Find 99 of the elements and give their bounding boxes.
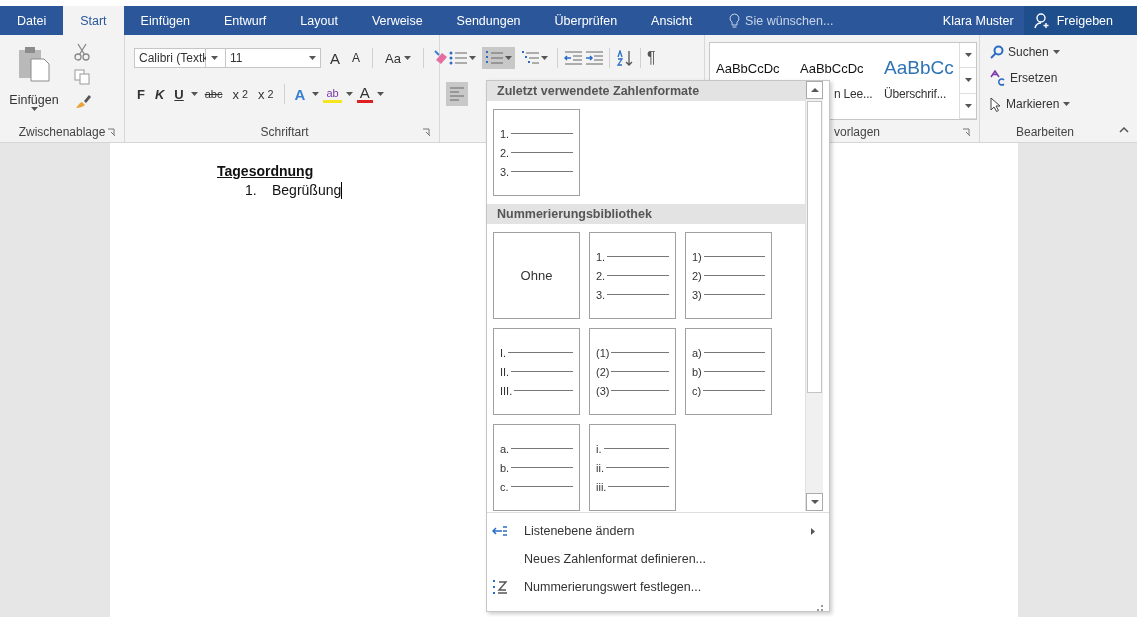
search-button[interactable]: Suchen (990, 41, 1071, 63)
menu-item[interactable]: Neues Zahlenformat definieren... (487, 545, 829, 573)
caret-icon (312, 92, 320, 96)
numbering-format-tile[interactable]: a. b. c. (493, 424, 580, 511)
section-header: Nummerierungsbibliothek (487, 204, 805, 224)
scroll-down-icon[interactable] (810, 500, 819, 504)
format-painter-icon[interactable] (74, 93, 92, 109)
ribbon-tab[interactable]: Sendungen (439, 6, 538, 35)
underline-button[interactable]: U (171, 83, 187, 105)
grow-font-button[interactable]: A (327, 47, 343, 69)
numbering-format-tile[interactable]: (1) (2) (3) (589, 328, 676, 415)
scrollbar[interactable] (805, 81, 823, 511)
select-button[interactable]: Markieren (990, 93, 1071, 115)
style-preview[interactable]: AaBbCcDc (716, 53, 780, 83)
caret-icon (376, 92, 384, 96)
resize-grip-icon[interactable] (817, 605, 823, 611)
strike-button[interactable]: abc (201, 83, 226, 105)
caret-icon (541, 56, 548, 60)
ribbon-tab[interactable]: Entwurf (206, 6, 284, 35)
ribbon-tab[interactable]: Layout (283, 6, 355, 35)
caret-icon (1052, 50, 1060, 54)
increase-indent-icon[interactable] (585, 51, 603, 65)
numbering-value-icon (492, 579, 508, 595)
pilcrow-button[interactable]: ¶ (647, 49, 656, 67)
tell-me-field[interactable]: Sie wünschen... (723, 6, 840, 35)
numbering-format-tile[interactable]: 1. 2. 3. (493, 109, 580, 196)
lightbulb-icon (729, 13, 741, 28)
numbering-button[interactable] (482, 47, 515, 69)
group-label: Schriftart (260, 125, 309, 139)
indent-arrow-icon (492, 525, 508, 537)
italic-button[interactable]: K (151, 83, 168, 105)
bullet-list-icon (449, 51, 467, 65)
caret-icon (190, 92, 198, 96)
cursor-icon (990, 96, 1002, 112)
more-icon (964, 103, 972, 108)
dialog-launcher-icon[interactable] (422, 128, 431, 137)
font-size-field[interactable]: 11 (226, 48, 321, 68)
multilevel-list-icon (521, 51, 539, 65)
caret-icon (30, 107, 38, 111)
clipboard-icon (16, 45, 52, 83)
caret-icon (345, 92, 353, 96)
style-preview[interactable]: AaBbCc (884, 53, 954, 83)
change-case-button[interactable]: Aa (382, 47, 414, 69)
highlight-button[interactable]: ab (323, 85, 342, 103)
group-label: Bearbeiten (1015, 125, 1074, 139)
caret-icon (469, 56, 476, 60)
style-name: Überschrif... (884, 87, 948, 102)
ribbon-tab[interactable]: Ansicht (634, 6, 710, 35)
group-label: vorlagen (834, 125, 881, 139)
numbering-format-tile[interactable]: I. II. III. (493, 328, 580, 415)
group-label: Zwischenablage (18, 125, 106, 139)
user-name[interactable]: Klara Muster (932, 6, 1024, 35)
document-heading: Tagesordnung (217, 163, 314, 179)
replace-button[interactable]: Ersetzen (990, 67, 1071, 89)
ribbon-tab[interactable]: Einfügen (123, 6, 207, 35)
menu-item[interactable]: Nummerierungswert festlegen... (487, 573, 829, 601)
decrease-indent-icon[interactable] (564, 51, 582, 65)
scroll-up-icon[interactable] (810, 88, 819, 92)
collapse-ribbon-icon[interactable] (1119, 127, 1129, 133)
dialog-launcher-icon[interactable] (962, 128, 971, 137)
ribbon-tab[interactable]: Start (63, 6, 124, 35)
person-add-icon (1033, 12, 1052, 29)
numbering-format-tile[interactable]: 1) 2) 3) (685, 232, 772, 319)
numbered-list-icon (485, 51, 503, 65)
submenu-arrow-icon (811, 527, 815, 535)
caret-icon (1063, 102, 1071, 106)
copy-icon[interactable] (74, 69, 90, 85)
text-effects-button[interactable]: A (291, 83, 309, 105)
replace-icon (990, 70, 1006, 86)
dropdown-caret-icon (309, 56, 316, 60)
style-preview[interactable]: AaBbCcDc (800, 53, 864, 83)
list-item-text: Begrüßung (272, 182, 342, 199)
shrink-font-button[interactable]: A (349, 47, 364, 69)
paste-button[interactable]: Einfügen (4, 41, 64, 122)
section-header: Zuletzt verwendete Zahlenformate (487, 81, 805, 101)
dropdown-caret-icon (211, 56, 218, 60)
eraser-icon[interactable] (432, 50, 449, 66)
ribbon-tab[interactable]: Überprüfen (537, 6, 635, 35)
align-left-icon (449, 87, 465, 101)
numbering-format-tile[interactable]: 1. 2. 3. (589, 232, 676, 319)
style-name: n Lee... (834, 87, 874, 102)
search-icon (990, 45, 1004, 59)
caret-icon (403, 56, 411, 60)
numbering-format-tile[interactable]: i. ii. iii. (589, 424, 676, 511)
sort-icon[interactable] (616, 50, 634, 66)
numbering-format-tile[interactable]: Ohne (493, 232, 580, 319)
ribbon-tab[interactable]: Verweise (354, 6, 440, 35)
ribbon-tab[interactable]: Datei (0, 6, 64, 35)
scroll-up-icon (964, 53, 972, 58)
dialog-launcher-icon[interactable] (107, 128, 116, 137)
list-number: 1. (245, 182, 258, 199)
scissors-icon[interactable] (74, 43, 90, 61)
menu-item[interactable]: Listenebene ändern (487, 517, 829, 545)
bold-button[interactable]: F (134, 83, 148, 105)
numbering-format-tile[interactable]: a) b) c) (685, 328, 772, 415)
font-color-button[interactable]: A (356, 85, 373, 103)
caret-icon (505, 56, 512, 60)
share-button[interactable]: Freigeben (1023, 6, 1137, 35)
scroll-down-icon (964, 78, 972, 83)
